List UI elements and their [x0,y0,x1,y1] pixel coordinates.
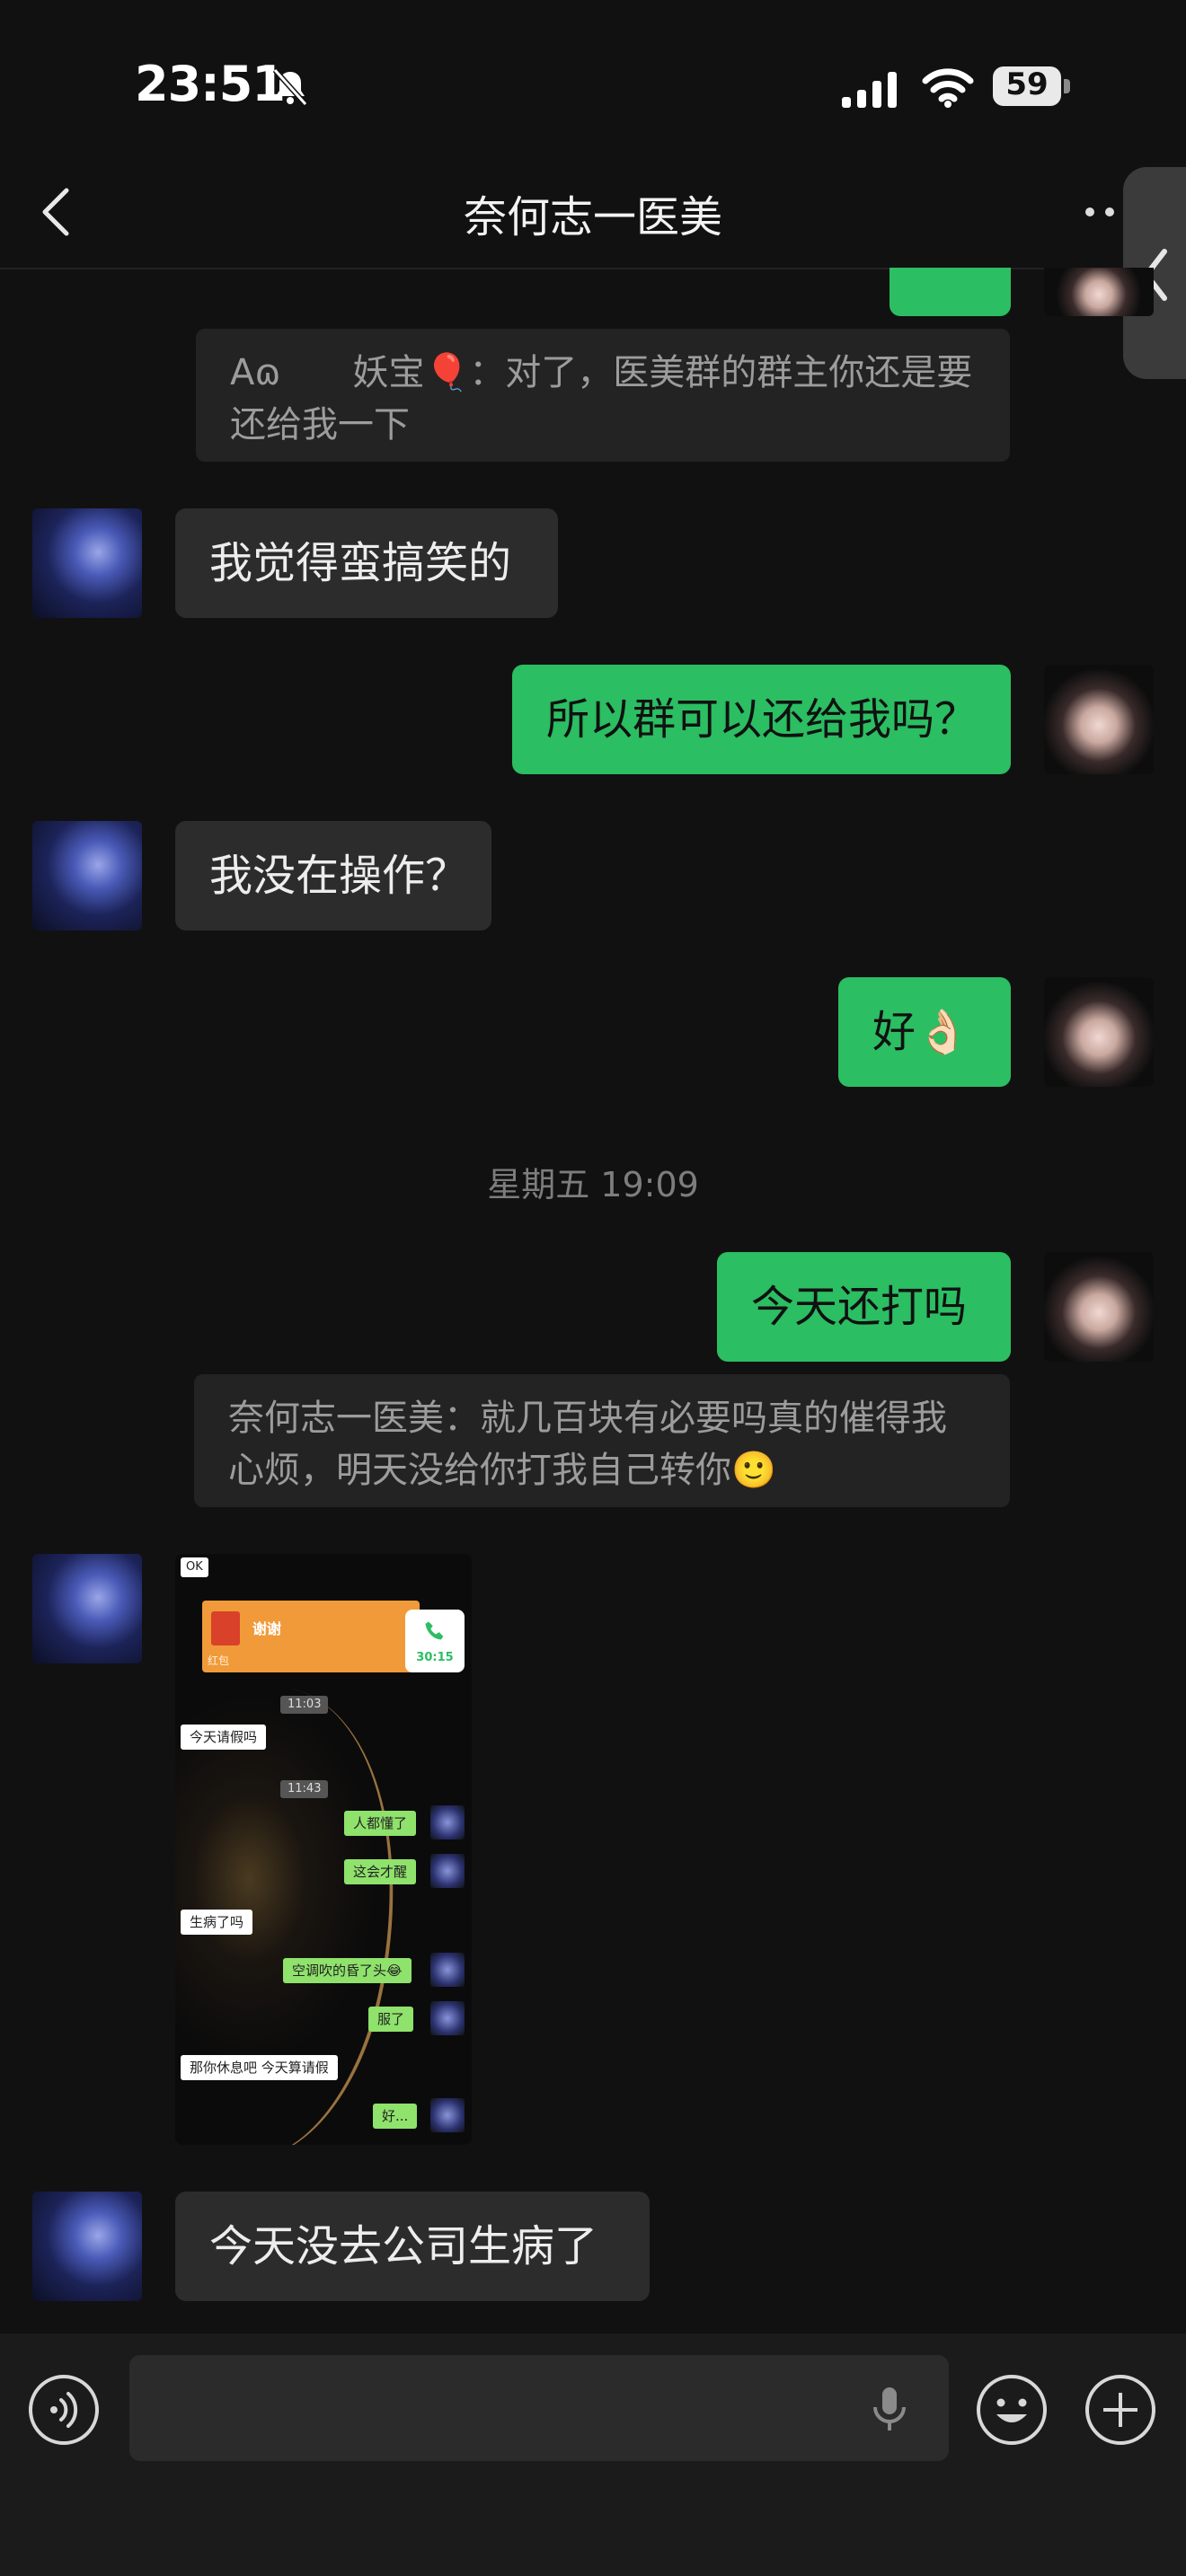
thumb-bubble: 这会才醒 [344,1859,417,1884]
battery-level: 59 [1005,66,1049,102]
my-avatar[interactable] [1044,268,1154,316]
message-bubble[interactable]: 我没在操作？ [175,821,491,931]
my-avatar[interactable] [1044,665,1154,774]
my-avatar[interactable] [1044,977,1154,1087]
screenshot-image[interactable]: OK 谢谢 红包 30:15 11:03 今天请假吗 11:43 人都懂了 这会… [175,1554,472,2145]
my-avatar[interactable] [1044,1252,1154,1362]
thumb-bubble: 那你休息吧 今天算请假 [181,2055,338,2080]
battery-icon: 59 [993,65,1074,110]
quoted-text: 奈何志一医美：就几百块有必要吗真的催得我心烦，明天没给你打我自己转你🙂 [228,1398,947,1491]
plus-icon[interactable] [1084,2373,1157,2447]
message-bubble[interactable]: 好👌🏻 [838,977,1011,1087]
thumb-red-packet: 谢谢 红包 [202,1601,420,1672]
contact-avatar[interactable] [32,821,142,931]
thumb-call-card: 30:15 [405,1610,465,1672]
input-bar [0,2333,1186,2576]
thumb-avatar [430,1854,465,1888]
chat-timestamp: 星期五 19:09 [487,1165,699,1204]
message-bubble[interactable]: 今天没去公司生病了 [175,2192,650,2301]
thumb-avatar [430,2098,465,2132]
thumb-avatar [430,1953,465,1987]
signal-icon [842,72,897,108]
status-time: 23:51 [135,56,286,112]
message-bubble[interactable]: 今天还打吗 [717,1252,1011,1362]
more-icon[interactable] [1083,203,1119,221]
message-bubble[interactable]: 我觉得蛮搞笑的 [175,508,558,618]
call-duration: 30:15 [416,1651,454,1664]
voice-icon[interactable] [27,2373,101,2447]
message-bubble[interactable]: 所以群可以还给我吗？ [512,665,1011,774]
red-packet-sub: 红包 [208,1654,230,1667]
thumb-ok-label: OK [181,1557,208,1577]
quoted-message[interactable]: Aɷ 妖宝🎈：对了，医美群的群主你还是要还给我一下 [196,329,1010,462]
wifi-icon [922,68,974,108]
chat-title: 奈何志一医美 [463,192,722,243]
thumb-avatar [430,2001,465,2035]
thumb-bubble: 好... [373,2104,418,2129]
thumb-bubble: 人都懂了 [344,1811,417,1836]
red-packet-icon [211,1611,240,1645]
quoted-message[interactable]: 奈何志一医美：就几百块有必要吗真的催得我心烦，明天没给你打我自己转你🙂 [194,1374,1010,1507]
thumb-time: 11:43 [280,1780,329,1798]
mic-icon[interactable] [863,2382,916,2436]
thumb-bubble: 生病了吗 [181,1910,253,1935]
chat-header: 奈何志一医美 [0,160,1186,269]
contact-avatar[interactable] [32,2192,142,2301]
thumb-time: 11:03 [280,1696,329,1714]
thumb-avatar [430,1805,465,1839]
phone-icon [425,1621,444,1640]
contact-avatar[interactable] [32,1554,142,1663]
quoted-text: Aɷ 妖宝🎈：对了，医美群的群主你还是要还给我一下 [230,352,973,446]
message-bubble-partial[interactable] [890,268,1011,316]
emoji-icon[interactable] [975,2373,1049,2447]
bell-slash-icon [272,67,308,107]
thumb-bubble: 空调吹的昏了头😂 [283,1958,412,1983]
contact-avatar[interactable] [32,508,142,618]
red-packet-title: 谢谢 [252,1620,282,1637]
thumb-bubble: 今天请假吗 [181,1725,267,1750]
message-input[interactable] [129,2355,949,2461]
thumb-bubble: 服了 [368,2007,414,2032]
